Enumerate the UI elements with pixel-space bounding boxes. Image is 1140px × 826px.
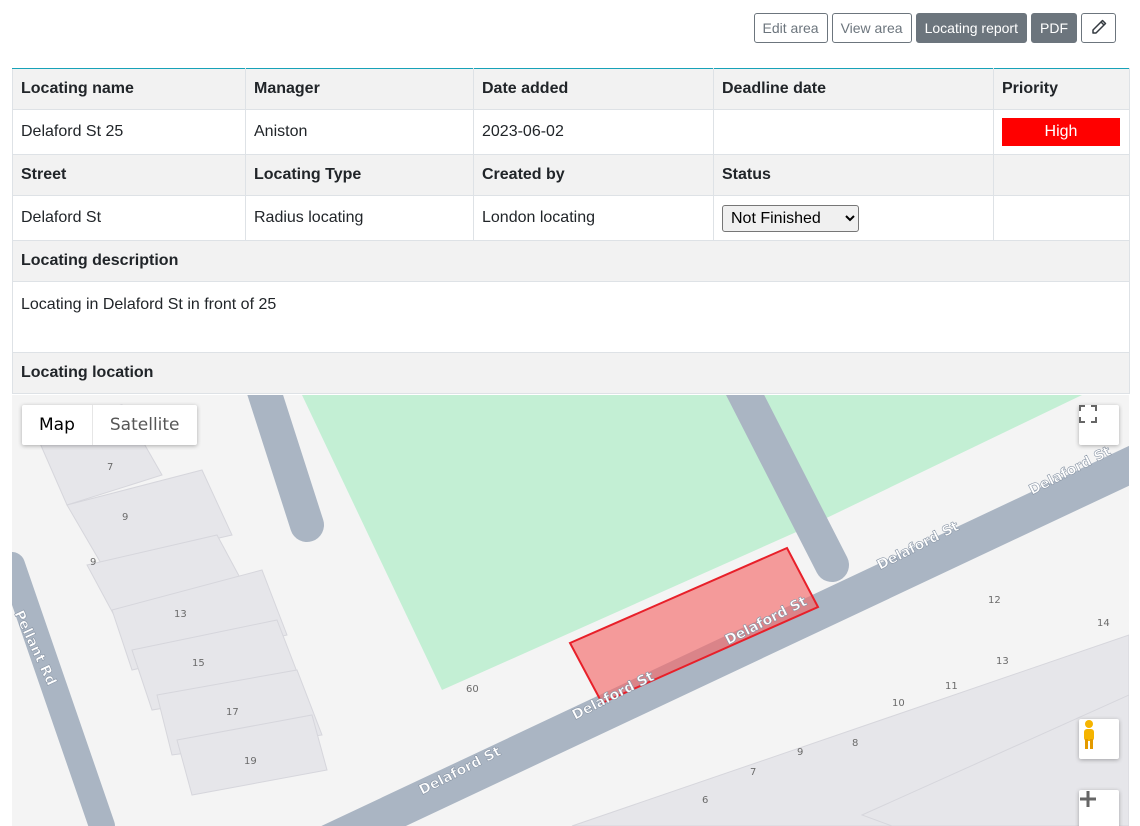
priority-cell: High xyxy=(993,109,1130,155)
zoom-in-button[interactable] xyxy=(1079,790,1119,826)
header-empty xyxy=(993,154,1130,196)
locating-name-value: Delaford St 25 xyxy=(12,109,246,155)
house-number: 9 xyxy=(797,747,803,758)
header-row-1: Locating name Manager Date added Deadlin… xyxy=(12,68,1130,110)
description-row: Locating in Delaford St in front of 25 xyxy=(12,281,1130,353)
house-number: 12 xyxy=(988,595,1001,606)
locating-report-button[interactable]: Locating report xyxy=(915,13,1027,43)
locating-location-header: Locating location xyxy=(12,352,1130,394)
table-row: Delaford St Radius locating London locat… xyxy=(12,195,1130,241)
manager-value: Aniston xyxy=(245,109,474,155)
view-area-button[interactable]: View area xyxy=(831,13,912,43)
header-priority: Priority xyxy=(993,68,1130,110)
edit-area-button[interactable]: Edit area xyxy=(753,13,828,43)
header-status: Status xyxy=(713,154,994,196)
house-number: 13 xyxy=(996,656,1009,667)
locating-description-value: Locating in Delaford St in front of 25 xyxy=(12,281,1130,353)
house-number: 60 xyxy=(466,684,479,695)
pdf-button[interactable]: PDF xyxy=(1031,13,1077,43)
table-row: Delaford St 25 Aniston 2023-06-02 High xyxy=(12,109,1130,155)
header-date-added: Date added xyxy=(473,68,714,110)
house-number: 15 xyxy=(192,658,205,669)
edit-button[interactable] xyxy=(1081,13,1116,43)
house-number: 9 xyxy=(90,557,96,568)
street-view-pegman[interactable] xyxy=(1079,719,1119,759)
house-number: 8 xyxy=(852,738,858,749)
house-number: 11 xyxy=(945,681,958,692)
house-number: 13 xyxy=(174,609,187,620)
pencil-icon xyxy=(1091,19,1107,38)
header-locating-name: Locating name xyxy=(12,68,246,110)
priority-badge: High xyxy=(1002,118,1120,146)
fullscreen-button[interactable] xyxy=(1079,405,1119,445)
header-manager: Manager xyxy=(245,68,474,110)
description-header-row: Locating description xyxy=(12,240,1130,282)
house-number: 7 xyxy=(750,767,756,778)
house-number: 17 xyxy=(226,707,239,718)
map-type-map-button[interactable]: Map xyxy=(22,405,92,445)
status-select[interactable]: Not Finished xyxy=(722,204,859,232)
locating-type-value: Radius locating xyxy=(245,195,474,241)
status-cell: Not Finished xyxy=(713,195,994,241)
header-street: Street xyxy=(12,154,246,196)
created-by-value: London locating xyxy=(473,195,714,241)
header-deadline-date: Deadline date xyxy=(713,68,994,110)
header-row-2: Street Locating Type Created by Status xyxy=(12,154,1130,196)
map-canvas[interactable]: Delaford St Delaford St Delaford St Dela… xyxy=(12,395,1129,826)
house-number: 19 xyxy=(244,756,257,767)
map-type-satellite-button[interactable]: Satellite xyxy=(91,405,197,445)
house-number: 9 xyxy=(122,512,128,523)
map-type-control: Map Satellite xyxy=(22,405,197,445)
street-value: Delaford St xyxy=(12,195,246,241)
house-number: 7 xyxy=(107,462,113,473)
header-locating-type: Locating Type xyxy=(245,154,474,196)
house-number: 10 xyxy=(892,698,905,709)
location-header-row: Locating location xyxy=(12,352,1130,394)
header-created-by: Created by xyxy=(473,154,714,196)
house-number: 14 xyxy=(1097,618,1110,629)
map[interactable]: Delaford St Delaford St Delaford St Dela… xyxy=(12,395,1129,826)
locating-description-header: Locating description xyxy=(12,240,1130,282)
toolbar: Edit area View area Locating report PDF xyxy=(753,13,1116,43)
house-number: 6 xyxy=(702,795,708,806)
empty-cell xyxy=(993,195,1130,241)
date-added-value: 2023-06-02 xyxy=(473,109,714,155)
locating-info-table: Locating name Manager Date added Deadlin… xyxy=(12,68,1130,394)
deadline-date-value xyxy=(713,109,994,155)
